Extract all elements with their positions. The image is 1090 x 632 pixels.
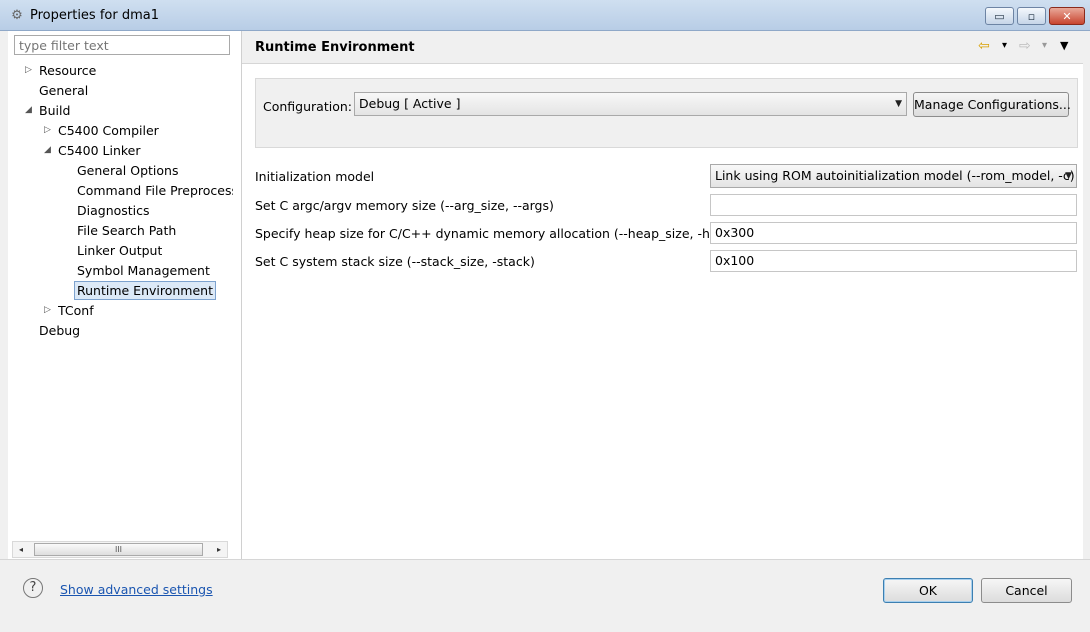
tree-item-label: Resource [39,63,97,78]
help-icon[interactable]: ? [23,578,43,598]
minimize-icon: ▭ [994,9,1005,23]
tree-item-label: Symbol Management [77,263,210,278]
forward-arrow-icon[interactable]: ⇨ [1019,36,1031,56]
view-menu-icon[interactable]: ▼ [1060,36,1068,56]
heap-size-field[interactable]: 0x300 [710,222,1077,244]
stack-size-label: Set C system stack size (--stack_size, -… [255,254,535,269]
gear-icon: ⚙ [11,8,23,23]
tree-item-label: TConf [58,303,94,318]
tree-item-label: Linker Output [77,243,163,258]
chevron-down-icon: ▼ [895,99,902,109]
scrollbar-thumb[interactable]: III [34,543,203,556]
horizontal-scrollbar[interactable]: ◂ III ▸ [12,541,228,558]
close-icon: ✕ [1062,9,1072,23]
show-advanced-settings-link[interactable]: Show advanced settings [60,582,213,597]
tree-item-label: C5400 Compiler [58,123,159,138]
close-button[interactable]: ✕ [1049,7,1085,25]
forward-dropdown-icon[interactable]: ▾ [1042,36,1047,56]
scroll-left-icon[interactable]: ◂ [13,542,29,557]
tree-item-label: Command File Preprocessi [77,183,233,198]
expand-icon[interactable]: ▷ [44,301,54,320]
title-bar: ⚙ Properties for dma1 ▭ ▫ ✕ [0,0,1090,31]
maximize-button[interactable]: ▫ [1017,7,1046,25]
minimize-button[interactable]: ▭ [985,7,1014,25]
init-model-select[interactable]: Link using ROM autoinitialization model … [710,164,1077,188]
init-model-label: Initialization model [255,169,375,184]
init-model-value: Link using ROM autoinitialization model … [715,168,1075,183]
tree-item-label: Debug [39,323,81,338]
heap-size-label: Specify heap size for C/C++ dynamic memo… [255,226,739,241]
expand-icon[interactable]: ▷ [25,61,35,80]
chevron-down-icon: ▼ [1065,171,1072,181]
collapse-icon[interactable]: ◢ [44,141,54,160]
tree-item-label: C5400 Linker [58,143,141,158]
page-header: Runtime Environment ⇦ ▾ ⇨ ▾ ▼ [242,31,1083,63]
settings-panel: Configuration: Debug [ Active ] ▼ Manage… [242,63,1083,560]
configuration-value: Debug [ Active ] [359,96,461,111]
filter-input[interactable] [14,35,230,55]
stack-size-field[interactable]: 0x100 [710,250,1077,272]
cancel-button[interactable]: Cancel [981,578,1072,603]
manage-configurations-button[interactable]: Manage Configurations... [913,92,1071,117]
tree-item-label: Build [39,103,71,118]
left-panel: ▷ Resource General ◢ Build ▷ C5400 Compi… [8,31,242,559]
configuration-group: Configuration: Debug [ Active ] ▼ Manage… [255,78,1078,148]
back-arrow-icon[interactable]: ⇦ [978,36,990,56]
back-dropdown-icon[interactable]: ▾ [1002,36,1007,56]
configuration-label: Configuration: [263,99,352,114]
ok-button[interactable]: OK [883,578,973,603]
dialog-footer: ? Show advanced settings OK Cancel [0,559,1090,632]
arg-size-label: Set C argc/argv memory size (--arg_size,… [255,198,554,213]
collapse-icon[interactable]: ◢ [25,101,35,120]
tree-item-label: Runtime Environment [74,281,216,300]
arg-size-field[interactable] [710,194,1077,216]
page-title: Runtime Environment [255,40,415,55]
tree-item-label: File Search Path [77,223,177,238]
tree-item-label: General [39,83,89,98]
maximize-icon: ▫ [1027,9,1036,23]
configuration-select[interactable]: Debug [ Active ] ▼ [354,92,907,116]
tree-item-label: General Options [77,163,179,178]
tree-item-label: Diagnostics [77,203,150,218]
expand-icon[interactable]: ▷ [44,121,54,140]
scroll-right-icon[interactable]: ▸ [211,542,227,557]
window-title: Properties for dma1 [30,8,159,23]
